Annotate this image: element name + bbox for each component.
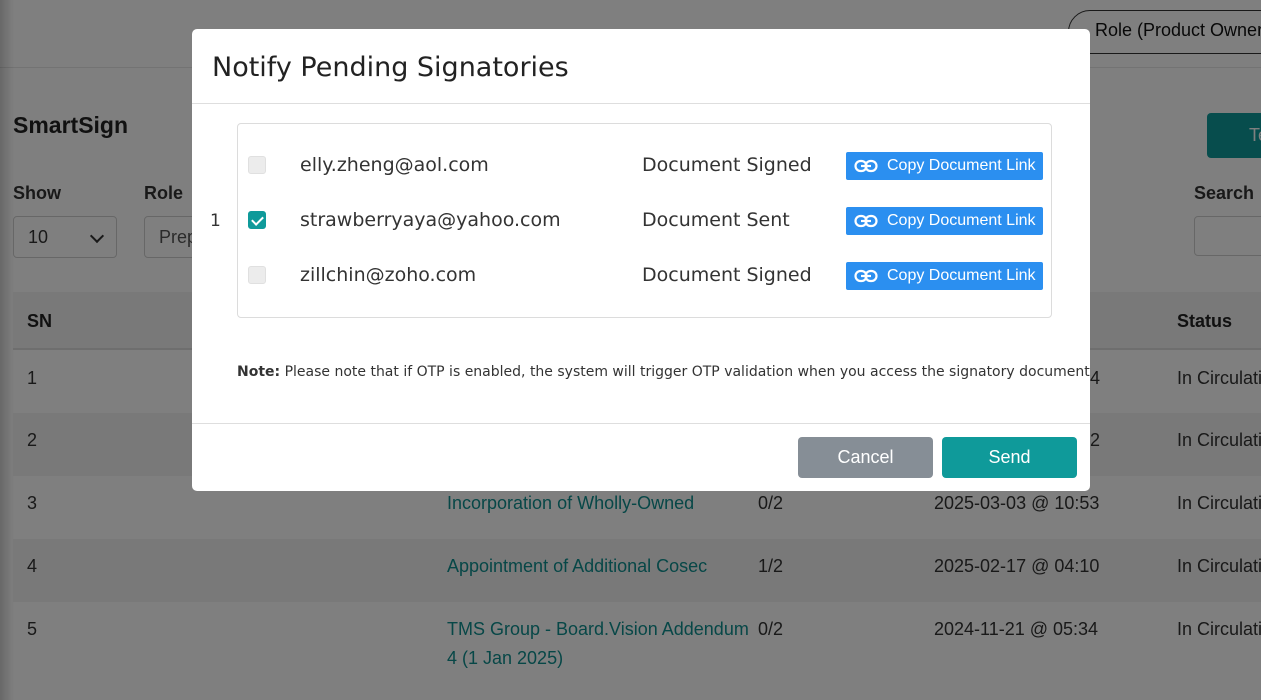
signatory-email: strawberryaya@yahoo.com [300, 209, 561, 231]
signatory-status: Document Sent [642, 209, 790, 231]
copy-document-link-label: Copy Document Link [887, 157, 1036, 174]
copy-document-link-button[interactable]: Copy Document Link [846, 262, 1043, 290]
modal-header-divider [192, 103, 1090, 104]
signatory-checkbox[interactable] [248, 156, 266, 174]
modal-title: Notify Pending Signatories [212, 52, 569, 83]
copy-document-link-label: Copy Document Link [887, 267, 1036, 284]
send-button[interactable]: Send [942, 437, 1077, 478]
signatory-row: strawberryaya@yahoo.com Document Sent Co… [238, 207, 1053, 237]
signatory-status: Document Signed [642, 154, 812, 176]
signatory-row: elly.zheng@aol.com Document Signed Copy … [238, 152, 1053, 182]
note-label: Note: [237, 364, 281, 380]
row-index: 1 [210, 211, 221, 231]
signatory-row: zillchin@zoho.com Document Signed Copy D… [238, 262, 1053, 292]
link-icon [854, 269, 878, 283]
note-text: Please note that if OTP is enabled, the … [280, 364, 1090, 380]
cancel-button[interactable]: Cancel [798, 437, 933, 478]
copy-document-link-button[interactable]: Copy Document Link [846, 207, 1043, 235]
signatory-checkbox[interactable] [248, 266, 266, 284]
notify-signatories-modal: Notify Pending Signatories 1 elly.zheng@… [192, 29, 1090, 491]
link-icon [854, 214, 878, 228]
signatory-email: elly.zheng@aol.com [300, 154, 489, 176]
copy-document-link-button[interactable]: Copy Document Link [846, 152, 1043, 180]
signatory-email: zillchin@zoho.com [300, 264, 477, 286]
otp-note: Note: Please note that if OTP is enabled… [237, 364, 1090, 380]
copy-document-link-label: Copy Document Link [887, 212, 1036, 229]
signatory-status: Document Signed [642, 264, 812, 286]
link-icon [854, 159, 878, 173]
signatory-checkbox-checked[interactable] [248, 211, 266, 229]
modal-footer-divider [192, 423, 1090, 424]
signatory-list: elly.zheng@aol.com Document Signed Copy … [237, 123, 1052, 318]
